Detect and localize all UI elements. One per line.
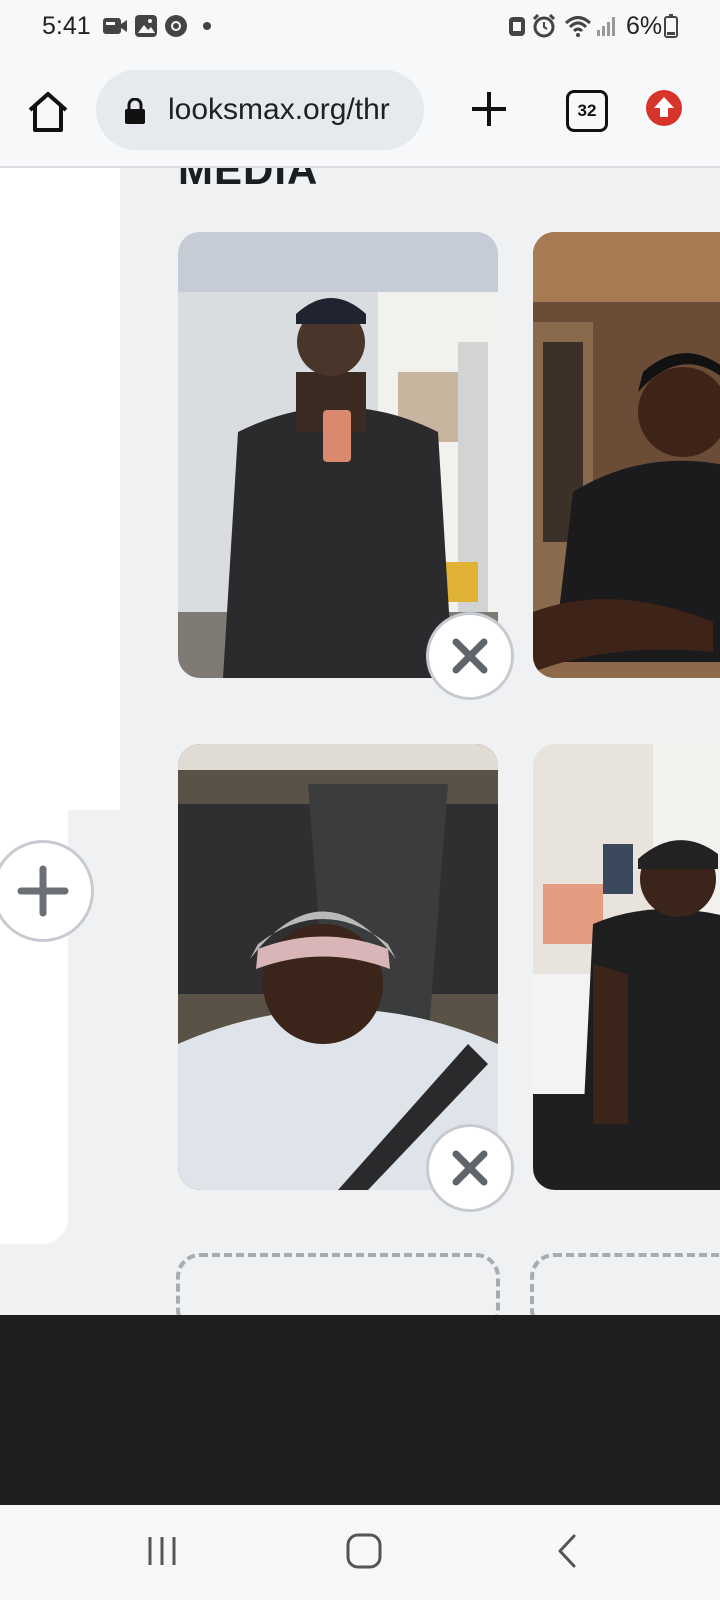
media-heading: MEDIA bbox=[178, 168, 319, 193]
tab-switcher-button[interactable]: 32 bbox=[566, 90, 608, 132]
media-thumbnail-3[interactable] bbox=[178, 744, 498, 1190]
more-notifications-dot bbox=[203, 22, 211, 30]
back-icon[interactable] bbox=[550, 1533, 586, 1569]
battery-icon bbox=[664, 14, 678, 38]
page-content: MEDIA bbox=[0, 168, 720, 1315]
add-button[interactable] bbox=[0, 840, 94, 942]
status-time: 5:41 bbox=[42, 12, 91, 40]
address-bar[interactable]: looksmax.org/thr bbox=[96, 70, 424, 150]
lock-icon bbox=[125, 98, 145, 124]
media-thumbnail-1[interactable] bbox=[178, 232, 498, 678]
new-tab-icon[interactable] bbox=[466, 86, 512, 132]
wifi-icon bbox=[564, 16, 592, 37]
media-upload-slot-2[interactable] bbox=[530, 1253, 720, 1315]
status-bar: 5:41 6% bbox=[0, 0, 720, 56]
media-thumbnail-4[interactable] bbox=[533, 744, 720, 1190]
home-icon[interactable] bbox=[24, 88, 72, 136]
gallery-icon bbox=[135, 15, 157, 37]
close-icon bbox=[452, 638, 488, 674]
alarm-icon bbox=[532, 14, 556, 38]
side-panel bbox=[0, 168, 120, 810]
remove-media-button-1[interactable] bbox=[426, 612, 514, 700]
signal-icon bbox=[597, 17, 615, 36]
battery-saver-icon bbox=[509, 17, 525, 36]
update-arrow-icon[interactable] bbox=[646, 90, 682, 126]
system-navigation-bar bbox=[0, 1505, 720, 1600]
chrome-icon bbox=[165, 15, 187, 37]
recent-apps-icon[interactable] bbox=[144, 1533, 180, 1569]
dark-footer-area bbox=[0, 1315, 720, 1505]
media-thumbnail-2[interactable] bbox=[533, 232, 720, 678]
home-nav-icon[interactable] bbox=[344, 1531, 384, 1571]
video-call-icon bbox=[103, 18, 127, 34]
media-upload-slot-1[interactable] bbox=[176, 1253, 500, 1315]
close-icon bbox=[452, 1150, 488, 1186]
url-text: looksmax.org/thr bbox=[168, 93, 390, 126]
remove-media-button-3[interactable] bbox=[426, 1124, 514, 1212]
battery-percent: 6% bbox=[626, 12, 663, 40]
browser-toolbar: looksmax.org/thr 32 bbox=[0, 56, 720, 168]
